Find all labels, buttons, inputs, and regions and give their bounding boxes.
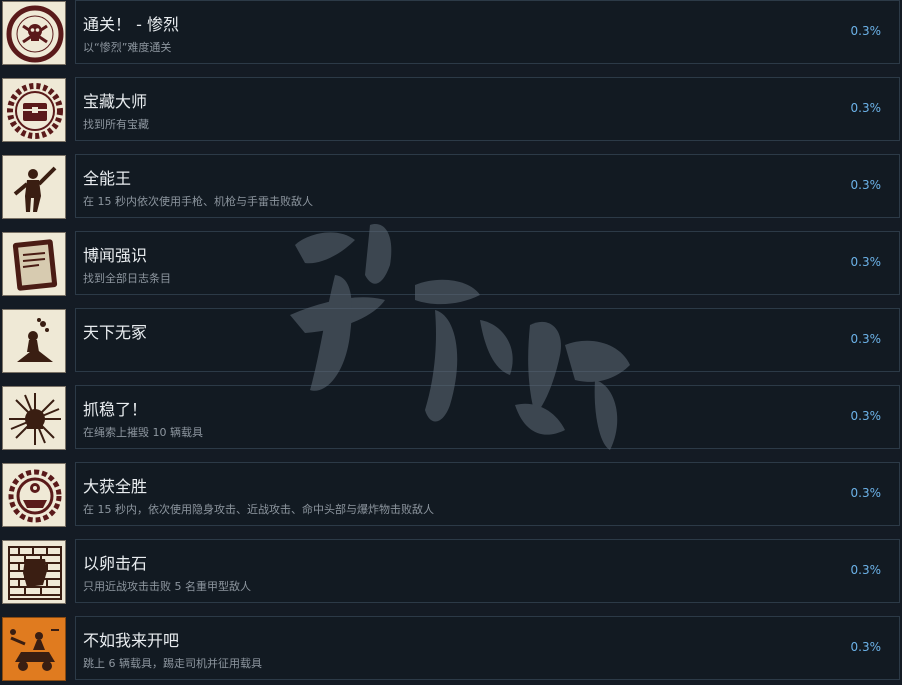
dig-icon [2, 309, 66, 373]
achievement-description: 找到所有宝藏 [83, 118, 149, 131]
skull-badge-icon [2, 1, 66, 65]
achievement-panel: 全能王 在 15 秒内依次使用手枪、机枪与手雷击败敌人 0.3% [75, 154, 900, 218]
achievement-percent: 0.3% [850, 178, 882, 192]
achievement-panel: 不如我来开吧 跳上 6 辆载具，踢走司机并征用载具 0.3% [75, 616, 900, 680]
achievement-panel: 大获全胜 在 15 秒内，依次使用隐身攻击、近战攻击、命中头部与爆炸物击败敌人 … [75, 462, 900, 526]
achievement-row[interactable]: 天下无冢 0.3% [0, 308, 902, 374]
achievement-panel: 宝藏大师 找到所有宝藏 0.3% [75, 77, 900, 141]
achievement-row[interactable]: 大获全胜 在 15 秒内，依次使用隐身攻击、近战攻击、命中头部与爆炸物击败敌人 … [0, 462, 902, 528]
achievement-row[interactable]: 不如我来开吧 跳上 6 辆载具，踢走司机并征用载具 0.3% [0, 616, 902, 682]
achievement-row[interactable]: 抓稳了！ 在绳索上摧毁 10 辆载具 0.3% [0, 385, 902, 451]
achievement-title: 宝藏大师 [83, 92, 148, 111]
achievement-percent: 0.3% [850, 486, 882, 500]
achievement-description: 在 15 秒内依次使用手枪、机枪与手雷击败敌人 [83, 195, 313, 208]
achievement-panel: 博闻强识 找到全部日志条目 0.3% [75, 231, 900, 295]
achievement-row[interactable]: 宝藏大师 找到所有宝藏 0.3% [0, 77, 902, 143]
achievement-title: 抓稳了！ [83, 400, 148, 419]
target-gear-icon [2, 463, 66, 527]
achievement-description: 以“惨烈”难度通关 [83, 41, 172, 54]
achievement-panel: 以卵击石 只用近战攻击击败 5 名重甲型敌人 0.3% [75, 539, 900, 603]
achievement-row[interactable]: 以卵击石 只用近战攻击击败 5 名重甲型敌人 0.3% [0, 539, 902, 605]
achievement-description: 找到全部日志条目 [83, 272, 171, 285]
achievement-percent: 0.3% [850, 24, 882, 38]
achievement-percent: 0.3% [850, 640, 882, 654]
achievement-description: 在绳索上摧毁 10 辆载具 [83, 426, 203, 439]
achievement-description: 跳上 6 辆载具，踢走司机并征用载具 [83, 657, 262, 670]
achievement-title: 不如我来开吧 [83, 631, 180, 650]
brick-wall-icon [2, 540, 66, 604]
achievement-panel: 抓稳了！ 在绳索上摧毁 10 辆载具 0.3% [75, 385, 900, 449]
achievement-panel: 天下无冢 0.3% [75, 308, 900, 372]
vehicle-hijack-icon [2, 617, 66, 681]
treasure-chest-icon [2, 78, 66, 142]
achievement-percent: 0.3% [850, 563, 882, 577]
explosion-icon [2, 386, 66, 450]
achievement-percent: 0.3% [850, 332, 882, 346]
achievement-percent: 0.3% [850, 409, 882, 423]
achievement-title: 博闻强识 [83, 246, 148, 265]
journal-icon [2, 232, 66, 296]
achievement-title: 通关！ - 惨烈 [83, 15, 179, 34]
achievement-panel: 通关！ - 惨烈 以“惨烈”难度通关 0.3% [75, 0, 900, 64]
gunman-icon [2, 155, 66, 219]
achievement-title: 天下无冢 [83, 323, 148, 342]
achievement-title: 以卵击石 [83, 554, 148, 573]
achievement-description: 在 15 秒内，依次使用隐身攻击、近战攻击、命中头部与爆炸物击败敌人 [83, 503, 434, 516]
achievement-percent: 0.3% [850, 255, 882, 269]
achievement-percent: 0.3% [850, 101, 882, 115]
achievement-description: 只用近战攻击击败 5 名重甲型敌人 [83, 580, 251, 593]
achievement-title: 全能王 [83, 169, 132, 188]
achievement-row[interactable]: 通关！ - 惨烈 以“惨烈”难度通关 0.3% [0, 0, 902, 66]
achievement-row[interactable]: 博闻强识 找到全部日志条目 0.3% [0, 231, 902, 297]
achievement-title: 大获全胜 [83, 477, 148, 496]
achievement-row[interactable]: 全能王 在 15 秒内依次使用手枪、机枪与手雷击败敌人 0.3% [0, 154, 902, 220]
